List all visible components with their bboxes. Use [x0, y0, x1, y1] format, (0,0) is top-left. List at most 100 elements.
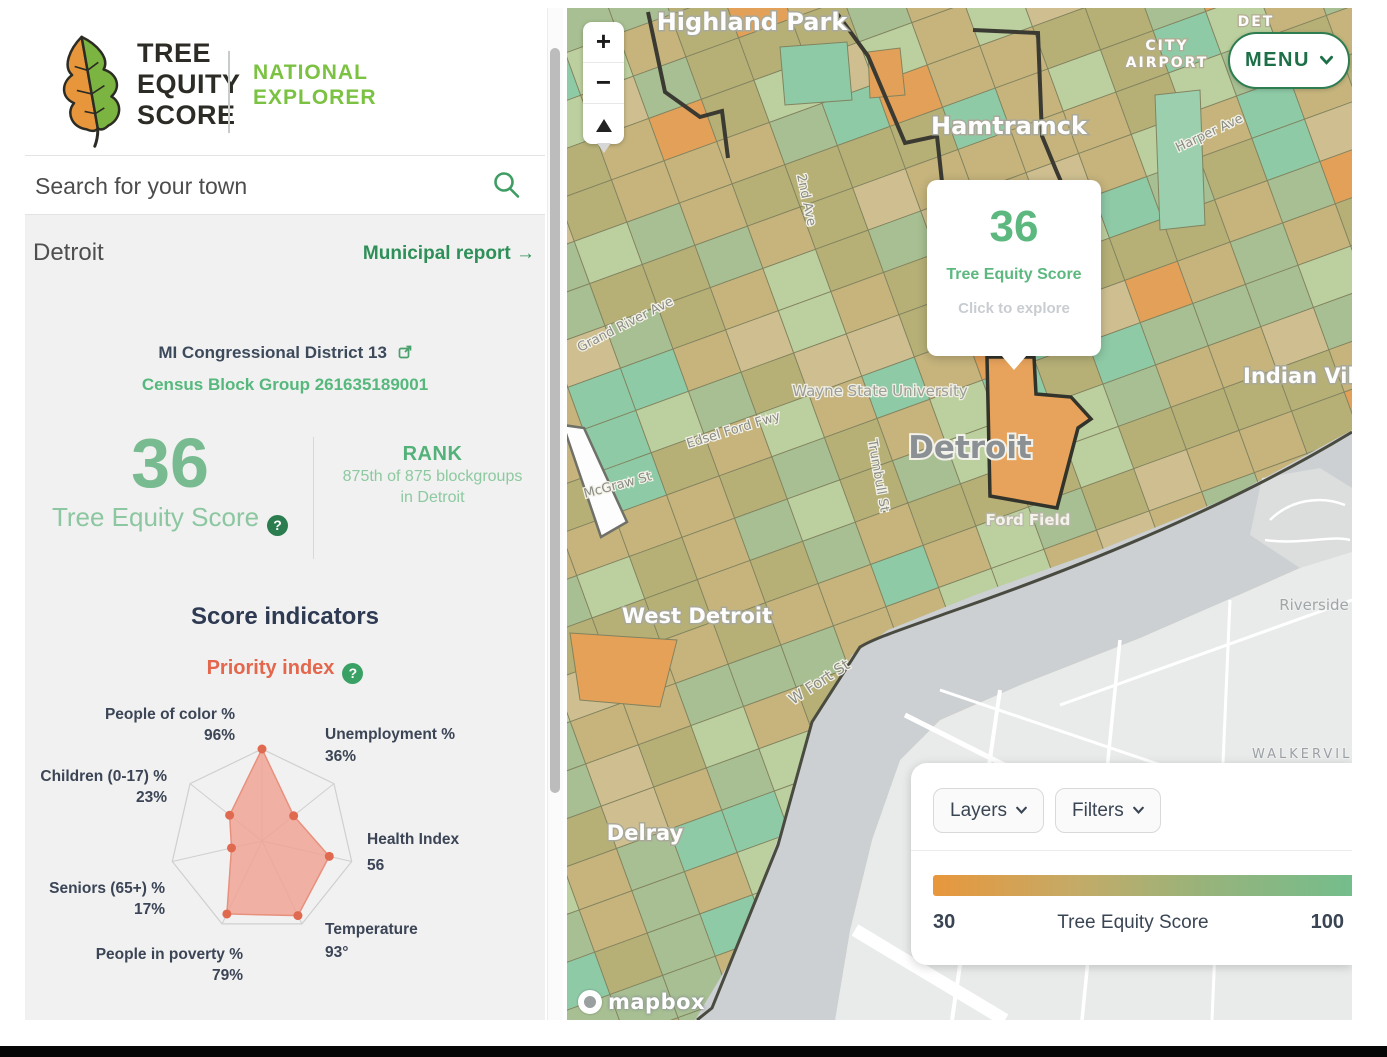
score-indicators-title: Score indicators — [25, 603, 545, 631]
menu-label: MENU — [1245, 49, 1310, 72]
score-gradient-bar — [933, 875, 1352, 896]
compass-button[interactable] — [583, 103, 624, 144]
radar-data-point — [293, 911, 302, 920]
chevron-down-icon — [1133, 805, 1144, 816]
zoom-in-button[interactable]: + — [583, 22, 624, 62]
rank-detail: in Detroit — [325, 487, 540, 508]
popup-hint: Click to explore — [927, 300, 1101, 317]
arrow-right-icon: → — [516, 243, 535, 264]
score-block: 36 Tree Equity Score? — [25, 430, 315, 536]
legend-labels: 30 Tree Equity Score 100 — [933, 911, 1344, 934]
tree-equity-score-label: Tree Equity Score? — [25, 502, 315, 536]
poi-label: DET — [1238, 14, 1275, 30]
chevron-down-icon — [1320, 54, 1333, 67]
radar-data-point — [222, 909, 231, 918]
legend-panel: Layers Filters 30 Tree Equity Score 100 — [911, 763, 1352, 965]
radar-axis-label: Temperature — [325, 921, 418, 938]
neighborhood-label: Delray — [607, 821, 684, 845]
priority-index-label: Priority index — [207, 657, 335, 679]
radar-axis-label: People in poverty % — [96, 946, 244, 963]
priority-radar-chart: People of color % 96% Unemployment % 36%… — [25, 697, 545, 1017]
radar-axis-value: 36% — [325, 748, 356, 765]
city-row: Detroit Municipal report → — [25, 239, 545, 275]
sidebar-scrollbar[interactable] — [547, 8, 563, 1020]
radar-data-point — [289, 811, 298, 820]
sidebar: TREE EQUITY SCORE NATIONAL EXPLORER Detr… — [25, 8, 545, 1020]
filters-button[interactable]: Filters — [1055, 788, 1161, 833]
district-link[interactable]: MI Congressional District 13 — [25, 343, 545, 363]
map-canvas[interactable]: 2nd Ave Grand River Ave McGraw St Edsel … — [567, 8, 1352, 1020]
legend-min: 30 — [933, 911, 955, 934]
poi-label: CITY — [1145, 38, 1188, 54]
radar-axis-value: 17% — [134, 901, 165, 918]
radar-axis-label: People of color % — [105, 706, 235, 723]
score-popup[interactable]: 36 Tree Equity Score Click to explore — [927, 180, 1101, 356]
radar-axis-label: Unemployment % — [325, 726, 455, 743]
chevron-down-icon — [1016, 805, 1027, 816]
map-zoom-control: + − — [583, 22, 624, 144]
city-label: Hamtramck — [931, 112, 1088, 140]
scrollbar-thumb[interactable] — [550, 48, 560, 793]
divider — [313, 437, 314, 559]
mapbox-wordmark: mapbox — [608, 990, 705, 1014]
city-label: Detroit — [908, 430, 1032, 466]
blockgroup-patch[interactable] — [570, 633, 677, 707]
filters-label: Filters — [1072, 800, 1124, 822]
search-icon[interactable] — [491, 170, 521, 200]
sidebar-body: Detroit Municipal report → MI Congressio… — [25, 215, 545, 1020]
tree-equity-score-value: 36 — [25, 430, 315, 496]
subtitle-line: EXPLORER — [253, 85, 377, 110]
radar-data-point — [227, 843, 236, 852]
poi-label: Wayne State University — [792, 382, 968, 400]
blockgroup-patch[interactable] — [780, 42, 852, 105]
compass-south-icon — [597, 143, 611, 153]
divider — [911, 850, 1352, 851]
app-subtitle: NATIONAL EXPLORER — [253, 60, 377, 110]
radar-axis-value: 23% — [136, 789, 167, 806]
city-name: Detroit — [33, 239, 104, 267]
radar-axis-label: Children (0-17) % — [40, 768, 167, 785]
radar-axis-label: Health Index — [367, 831, 460, 848]
district-label: MI Congressional District 13 — [158, 343, 387, 362]
radar-axis-value: 56 — [367, 857, 385, 874]
rank-detail: 875th of 875 blockgroups — [325, 466, 540, 487]
municipal-report-label: Municipal report — [363, 243, 511, 264]
municipal-report-link[interactable]: Municipal report → — [363, 243, 535, 265]
popup-score-label: Tree Equity Score — [927, 266, 1101, 284]
poi-label: AIRPORT — [1126, 55, 1209, 71]
logo-line: TREE — [137, 38, 241, 69]
legend-max: 100 — [1311, 911, 1344, 934]
radar-axis-value: 79% — [212, 967, 243, 984]
app-window: TREE EQUITY SCORE NATIONAL EXPLORER Detr… — [0, 0, 1387, 1057]
blockgroup-patch[interactable] — [1155, 90, 1205, 230]
radar-data-point — [325, 852, 334, 861]
mapbox-icon — [578, 990, 602, 1014]
zoom-out-button[interactable]: − — [583, 62, 624, 103]
rank-title: RANK — [325, 443, 540, 466]
popup-score-value: 36 — [927, 202, 1101, 252]
layers-label: Layers — [950, 800, 1007, 822]
city-label: Highland Park — [657, 8, 849, 36]
search-input[interactable] — [33, 166, 497, 206]
radar-axis-label: Seniors (65+) % — [49, 880, 165, 897]
priority-index-row: Priority index? — [25, 657, 545, 684]
radar-data-point — [258, 745, 267, 754]
logo-line: EQUITY — [137, 69, 241, 100]
radar-data-point — [225, 811, 234, 820]
census-block-link[interactable]: Census Block Group 261635189001 — [25, 375, 545, 395]
layers-button[interactable]: Layers — [933, 788, 1044, 833]
neighborhood-label: Indian Villag — [1243, 364, 1352, 388]
neighborhood-label: Riverside — [1279, 596, 1349, 614]
popup-pointer — [1001, 355, 1027, 370]
mapbox-attribution[interactable]: mapbox — [578, 990, 705, 1014]
radar-axis-value: 93° — [325, 944, 348, 961]
radar-plot — [172, 745, 351, 924]
score-label-text: Tree Equity Score — [52, 502, 259, 532]
poi-label: Ford Field — [986, 511, 1071, 529]
radar-axis-value: 96% — [204, 727, 235, 744]
help-icon[interactable]: ? — [267, 515, 288, 536]
logo-line: SCORE — [137, 100, 241, 131]
rank-block: RANK 875th of 875 blockgroups in Detroit — [325, 443, 540, 508]
menu-button[interactable]: MENU — [1228, 32, 1350, 89]
help-icon[interactable]: ? — [342, 663, 363, 684]
